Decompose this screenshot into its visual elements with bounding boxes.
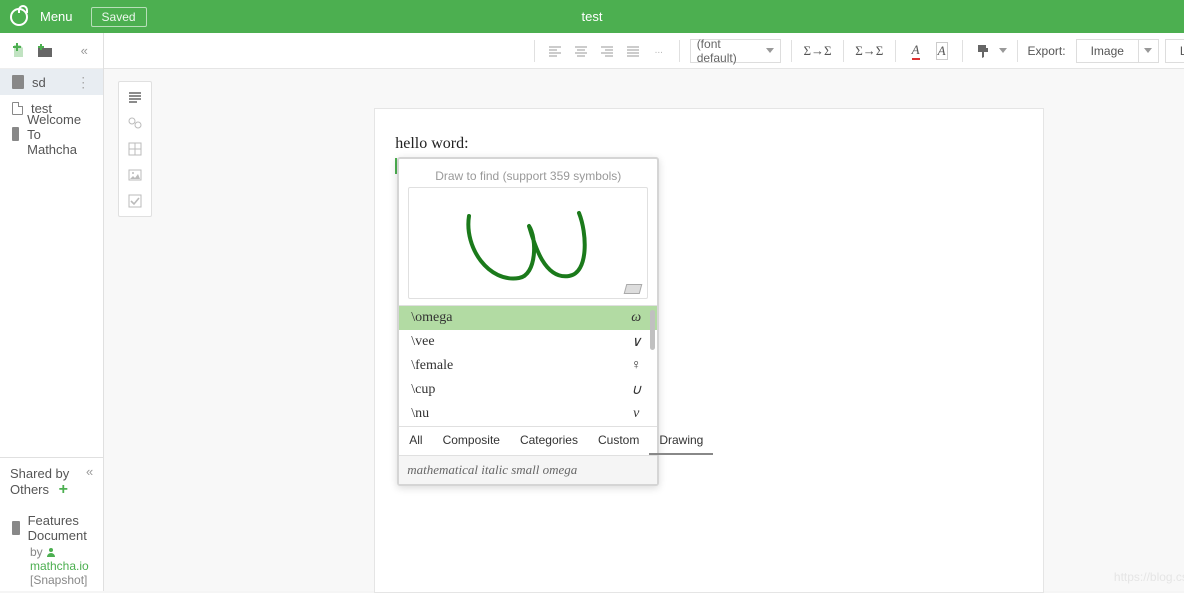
sigma-transform-alt-icon[interactable]: Σ→Σ [854,40,885,62]
new-file-icon[interactable] [10,42,28,60]
eraser-icon[interactable] [624,284,643,294]
sidebar-tools: « [0,33,103,69]
menu-button[interactable]: Menu [40,9,73,24]
tree-item-welcome[interactable]: Welcome To Mathcha [0,121,103,147]
font-select[interactable]: (font default) [690,39,782,63]
tab-all[interactable]: All [399,427,432,455]
result-item-female[interactable]: \female ♀ [399,354,657,378]
collapse-shared-icon[interactable]: « [86,464,93,479]
shared-doc-label: Features Document [28,513,92,543]
align-left-icon[interactable] [545,40,565,62]
collapse-sidebar-icon[interactable]: « [75,42,93,60]
add-shared-icon[interactable]: + [59,481,68,498]
shapes-tool-icon[interactable] [125,114,145,132]
caret-down-icon[interactable] [999,48,1007,53]
document-tree: sd ⋮ test Welcome To Mathcha [0,69,103,457]
tab-composite[interactable]: Composite [433,427,510,455]
tab-categories[interactable]: Categories [510,427,588,455]
draw-canvas[interactable] [408,187,648,299]
saved-status-button[interactable]: Saved [91,7,147,27]
document-canvas[interactable]: hello word: Draw to find (support 359 sy… [374,108,1044,593]
shared-section: Shared by Others + « [0,457,103,507]
shared-doc-meta: by mathcha.io [Snapshot] [0,545,103,591]
sigma-transform-icon[interactable]: Σ→Σ [802,40,833,62]
watermark-text: https://blog.csdn.net/×@51CTO博客 [1114,568,1184,585]
scrollbar-thumb[interactable] [650,310,655,350]
image-tool-icon[interactable] [125,166,145,184]
format-toolbar: ... (font default) Σ→Σ Σ→Σ A A Expo [104,33,1184,69]
symbol-description: mathematical italic small omega [399,455,657,484]
document-icon [12,521,20,535]
text-color-icon[interactable]: A [906,40,926,62]
file-icon [12,102,23,115]
tree-item-label: sd [32,75,46,90]
highlight-color-icon[interactable]: A [932,40,952,62]
caret-down-icon [1144,48,1152,53]
align-justify-icon[interactable] [623,40,643,62]
checkbox-tool-icon[interactable] [125,192,145,210]
shared-document-item[interactable]: Features Document [0,507,103,545]
result-item-nu[interactable]: \nu ν [399,402,657,426]
align-right-icon[interactable] [597,40,617,62]
table-tool-icon[interactable] [125,140,145,158]
ellipsis-icon[interactable]: ... [649,40,669,62]
results-list: \omega ω \vee ∨ \female ♀ \cup ∪ [399,305,657,426]
popup-tabs: All Composite Categories Custom Drawing [399,426,657,455]
more-icon[interactable]: ⋮ [76,74,91,91]
document-text-line: hello word: [395,135,1023,153]
caret-down-icon [766,48,774,53]
shared-snapshot: [Snapshot] [30,573,87,587]
app-logo-icon [10,8,28,26]
result-item-vee[interactable]: \vee ∨ [399,330,657,354]
text-tool-icon[interactable] [125,88,145,106]
export-latex-button[interactable]: Latex [1165,39,1184,63]
result-item-omega[interactable]: \omega ω [399,306,657,330]
draw-hint: Draw to find (support 359 symbols) [399,159,657,187]
new-folder-icon[interactable] [36,42,54,60]
sidebar: « sd ⋮ test Welcome To Mathcha Shared by… [0,33,104,591]
symbol-finder-popup: Draw to find (support 359 symbols) \omeg… [397,157,659,486]
export-image-button[interactable]: Image [1076,39,1159,63]
document-icon [12,75,24,89]
tab-drawing[interactable]: Drawing [649,427,713,455]
document-icon [12,127,19,141]
tool-palette [118,81,152,217]
document-title: test [582,9,603,24]
top-bar: Menu Saved test [0,0,1184,33]
tree-item-sd[interactable]: sd ⋮ [0,69,103,95]
result-item-cup[interactable]: \cup ∪ [399,378,657,402]
tree-item-label: Welcome To Mathcha [27,112,91,157]
tab-custom[interactable]: Custom [588,427,649,455]
export-label: Export: [1028,44,1066,58]
format-paint-icon[interactable] [973,40,993,62]
shared-author: mathcha.io [30,559,89,573]
align-center-icon[interactable] [571,40,591,62]
main-area: ... (font default) Σ→Σ Σ→Σ A A Expo [104,33,1184,591]
